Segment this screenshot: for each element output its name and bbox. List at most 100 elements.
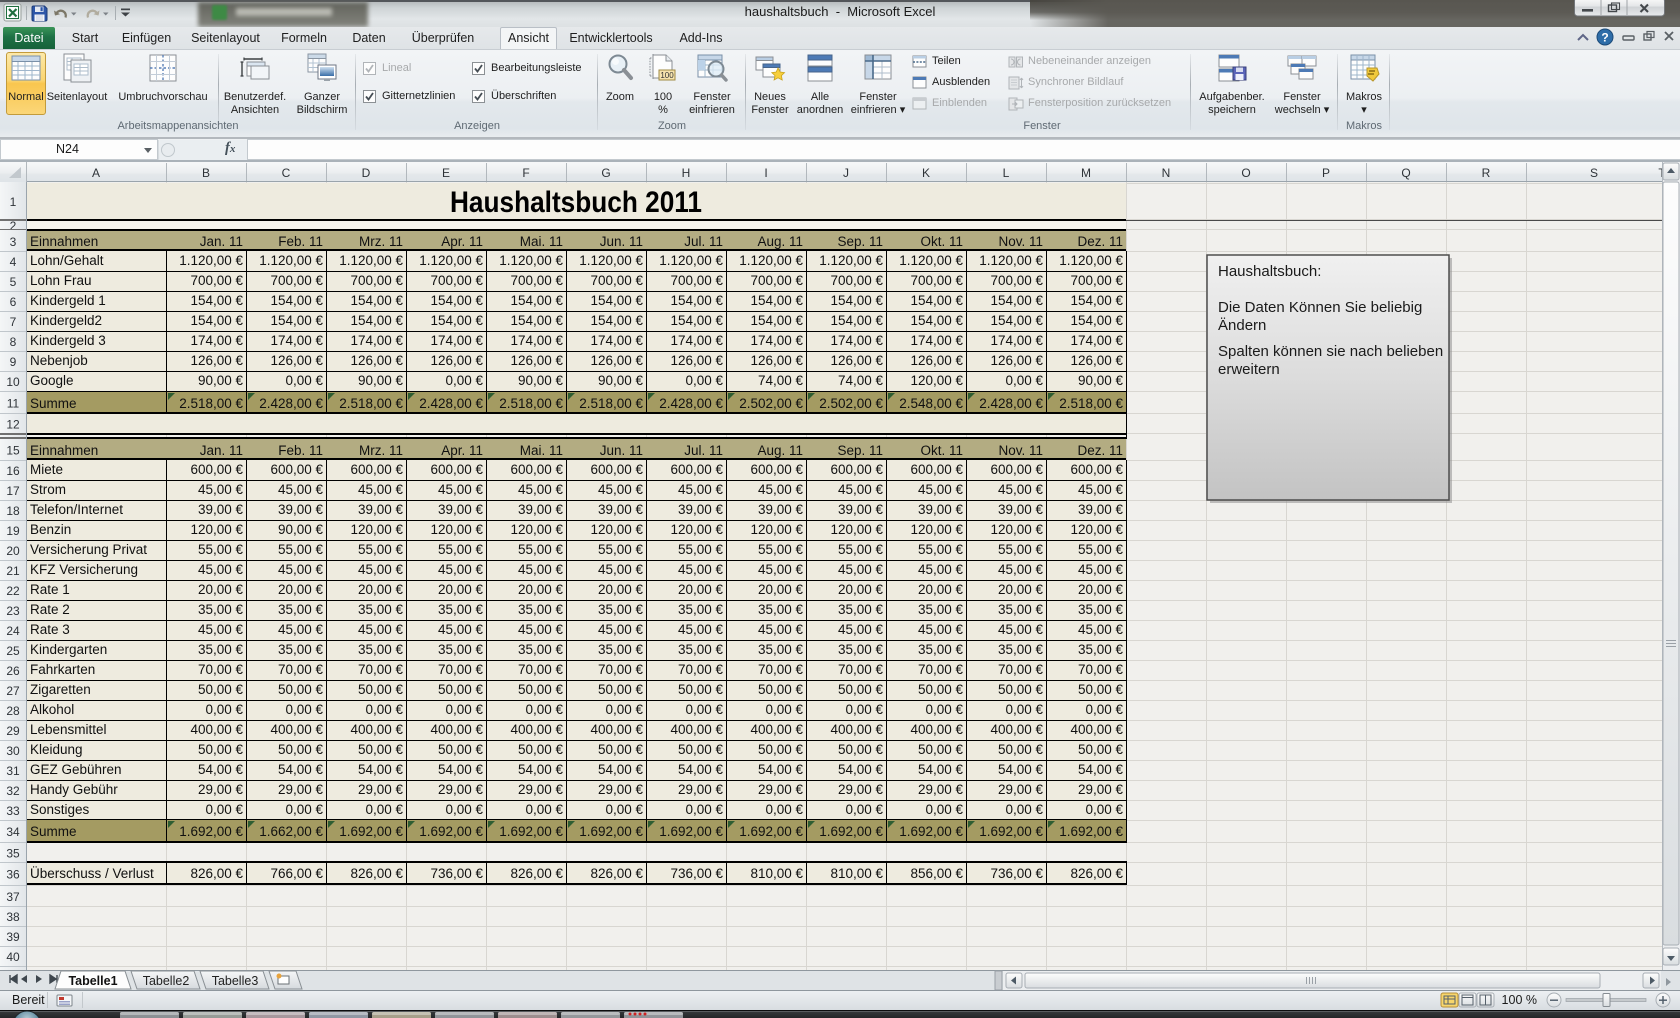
- svg-text:154,00 €: 154,00 €: [830, 293, 883, 308]
- svg-text:33: 33: [6, 804, 20, 818]
- svg-text:55,00 €: 55,00 €: [758, 542, 804, 557]
- svg-text:Nebenjob: Nebenjob: [30, 353, 88, 368]
- svg-text:0,00 €: 0,00 €: [285, 802, 323, 817]
- svg-text:35,00 €: 35,00 €: [518, 602, 564, 617]
- svg-text:70,00 €: 70,00 €: [598, 662, 644, 677]
- svg-text:50,00 €: 50,00 €: [758, 682, 804, 697]
- svg-text:826,00 €: 826,00 €: [1070, 866, 1123, 881]
- svg-text:700,00 €: 700,00 €: [510, 273, 563, 288]
- svg-text:3: 3: [10, 235, 17, 249]
- svg-text:B: B: [202, 166, 210, 180]
- svg-text:45,00 €: 45,00 €: [1078, 562, 1124, 577]
- svg-text:39,00 €: 39,00 €: [438, 502, 484, 517]
- svg-text:1.120,00 €: 1.120,00 €: [899, 253, 963, 268]
- svg-text:154,00 €: 154,00 €: [910, 293, 963, 308]
- svg-text:29: 29: [6, 724, 20, 738]
- svg-text:1.692,00 €: 1.692,00 €: [659, 824, 723, 839]
- svg-text:45,00 €: 45,00 €: [598, 482, 644, 497]
- svg-text:70,00 €: 70,00 €: [278, 662, 324, 677]
- svg-text:45,00 €: 45,00 €: [758, 482, 804, 497]
- svg-text:54,00 €: 54,00 €: [598, 762, 644, 777]
- svg-text:21: 21: [6, 564, 20, 578]
- svg-text:Benzin: Benzin: [30, 522, 71, 537]
- svg-text:20,00 €: 20,00 €: [758, 582, 804, 597]
- svg-text:Jan. 11: Jan. 11: [200, 234, 243, 249]
- svg-text:35,00 €: 35,00 €: [678, 602, 724, 617]
- svg-text:Rate 1: Rate 1: [30, 582, 70, 597]
- svg-text:0,00 €: 0,00 €: [525, 702, 563, 717]
- svg-text:GEZ Gebühren: GEZ Gebühren: [30, 762, 122, 777]
- svg-text:Lebensmittel: Lebensmittel: [30, 722, 107, 737]
- svg-text:174,00 €: 174,00 €: [990, 333, 1043, 348]
- svg-text:P: P: [1322, 166, 1330, 180]
- svg-text:54,00 €: 54,00 €: [998, 762, 1044, 777]
- svg-text:Tabelle1: Tabelle1: [68, 974, 117, 988]
- svg-text:22: 22: [6, 584, 20, 598]
- svg-text:90,00 €: 90,00 €: [518, 373, 564, 388]
- svg-text:1.692,00 €: 1.692,00 €: [499, 824, 563, 839]
- svg-text:R: R: [1482, 166, 1491, 180]
- svg-text:55,00 €: 55,00 €: [438, 542, 484, 557]
- svg-text:Jul. 11: Jul. 11: [684, 234, 723, 249]
- svg-text:28: 28: [6, 704, 20, 718]
- svg-text:54,00 €: 54,00 €: [678, 762, 724, 777]
- svg-text:Kleidung: Kleidung: [30, 742, 83, 757]
- svg-text:35,00 €: 35,00 €: [1078, 642, 1124, 657]
- svg-text:20,00 €: 20,00 €: [838, 582, 884, 597]
- svg-text:39,00 €: 39,00 €: [358, 502, 404, 517]
- svg-text:70,00 €: 70,00 €: [918, 662, 964, 677]
- svg-text:120,00 €: 120,00 €: [750, 522, 803, 537]
- svg-text:50,00 €: 50,00 €: [1078, 742, 1124, 757]
- svg-text:35,00 €: 35,00 €: [438, 642, 484, 657]
- svg-text:45,00 €: 45,00 €: [918, 562, 964, 577]
- svg-text:0,00 €: 0,00 €: [205, 802, 243, 817]
- svg-text:154,00 €: 154,00 €: [910, 313, 963, 328]
- svg-text:400,00 €: 400,00 €: [1070, 722, 1123, 737]
- svg-text:Zigaretten: Zigaretten: [30, 682, 91, 697]
- svg-text:90,00 €: 90,00 €: [358, 373, 404, 388]
- svg-text:856,00 €: 856,00 €: [910, 866, 963, 881]
- svg-text:7: 7: [10, 315, 17, 329]
- svg-text:50,00 €: 50,00 €: [358, 742, 404, 757]
- svg-text:154,00 €: 154,00 €: [750, 313, 803, 328]
- svg-text:1.120,00 €: 1.120,00 €: [659, 253, 723, 268]
- svg-text:35,00 €: 35,00 €: [838, 642, 884, 657]
- svg-text:600,00 €: 600,00 €: [910, 462, 963, 477]
- svg-text:12: 12: [6, 418, 20, 432]
- svg-text:55,00 €: 55,00 €: [1078, 542, 1124, 557]
- svg-text:35,00 €: 35,00 €: [438, 602, 484, 617]
- svg-text:54,00 €: 54,00 €: [198, 762, 244, 777]
- svg-text:5: 5: [10, 275, 17, 289]
- svg-text:700,00 €: 700,00 €: [1070, 273, 1123, 288]
- svg-text:0,00 €: 0,00 €: [445, 373, 483, 388]
- svg-text:39,00 €: 39,00 €: [518, 502, 564, 517]
- svg-text:174,00 €: 174,00 €: [910, 333, 963, 348]
- svg-text:2: 2: [10, 219, 17, 233]
- svg-text:736,00 €: 736,00 €: [670, 866, 723, 881]
- svg-text:6: 6: [10, 295, 17, 309]
- svg-text:32: 32: [6, 784, 20, 798]
- svg-text:Strom: Strom: [30, 482, 66, 497]
- svg-text:45,00 €: 45,00 €: [918, 482, 964, 497]
- svg-text:0,00 €: 0,00 €: [445, 802, 483, 817]
- svg-text:1.120,00 €: 1.120,00 €: [739, 253, 803, 268]
- svg-text:174,00 €: 174,00 €: [270, 333, 323, 348]
- svg-text:0,00 €: 0,00 €: [285, 702, 323, 717]
- svg-text:45,00 €: 45,00 €: [678, 482, 724, 497]
- svg-text:154,00 €: 154,00 €: [350, 313, 403, 328]
- svg-text:174,00 €: 174,00 €: [590, 333, 643, 348]
- svg-text:120,00 €: 120,00 €: [830, 522, 883, 537]
- svg-text:29,00 €: 29,00 €: [278, 782, 324, 797]
- svg-text:Überschuss / Verlust: Überschuss / Verlust: [30, 866, 154, 881]
- svg-text:700,00 €: 700,00 €: [830, 273, 883, 288]
- svg-text:126,00 €: 126,00 €: [350, 353, 403, 368]
- svg-text:2.548,00 €: 2.548,00 €: [899, 396, 963, 411]
- svg-text:45,00 €: 45,00 €: [758, 562, 804, 577]
- svg-text:Jun. 11: Jun. 11: [600, 234, 643, 249]
- svg-text:0,00 €: 0,00 €: [365, 702, 403, 717]
- svg-text:1.692,00 €: 1.692,00 €: [739, 824, 803, 839]
- svg-text:0,00 €: 0,00 €: [605, 802, 643, 817]
- svg-text:400,00 €: 400,00 €: [910, 722, 963, 737]
- svg-text:120,00 €: 120,00 €: [990, 522, 1043, 537]
- svg-text:Kindergarten: Kindergarten: [30, 642, 107, 657]
